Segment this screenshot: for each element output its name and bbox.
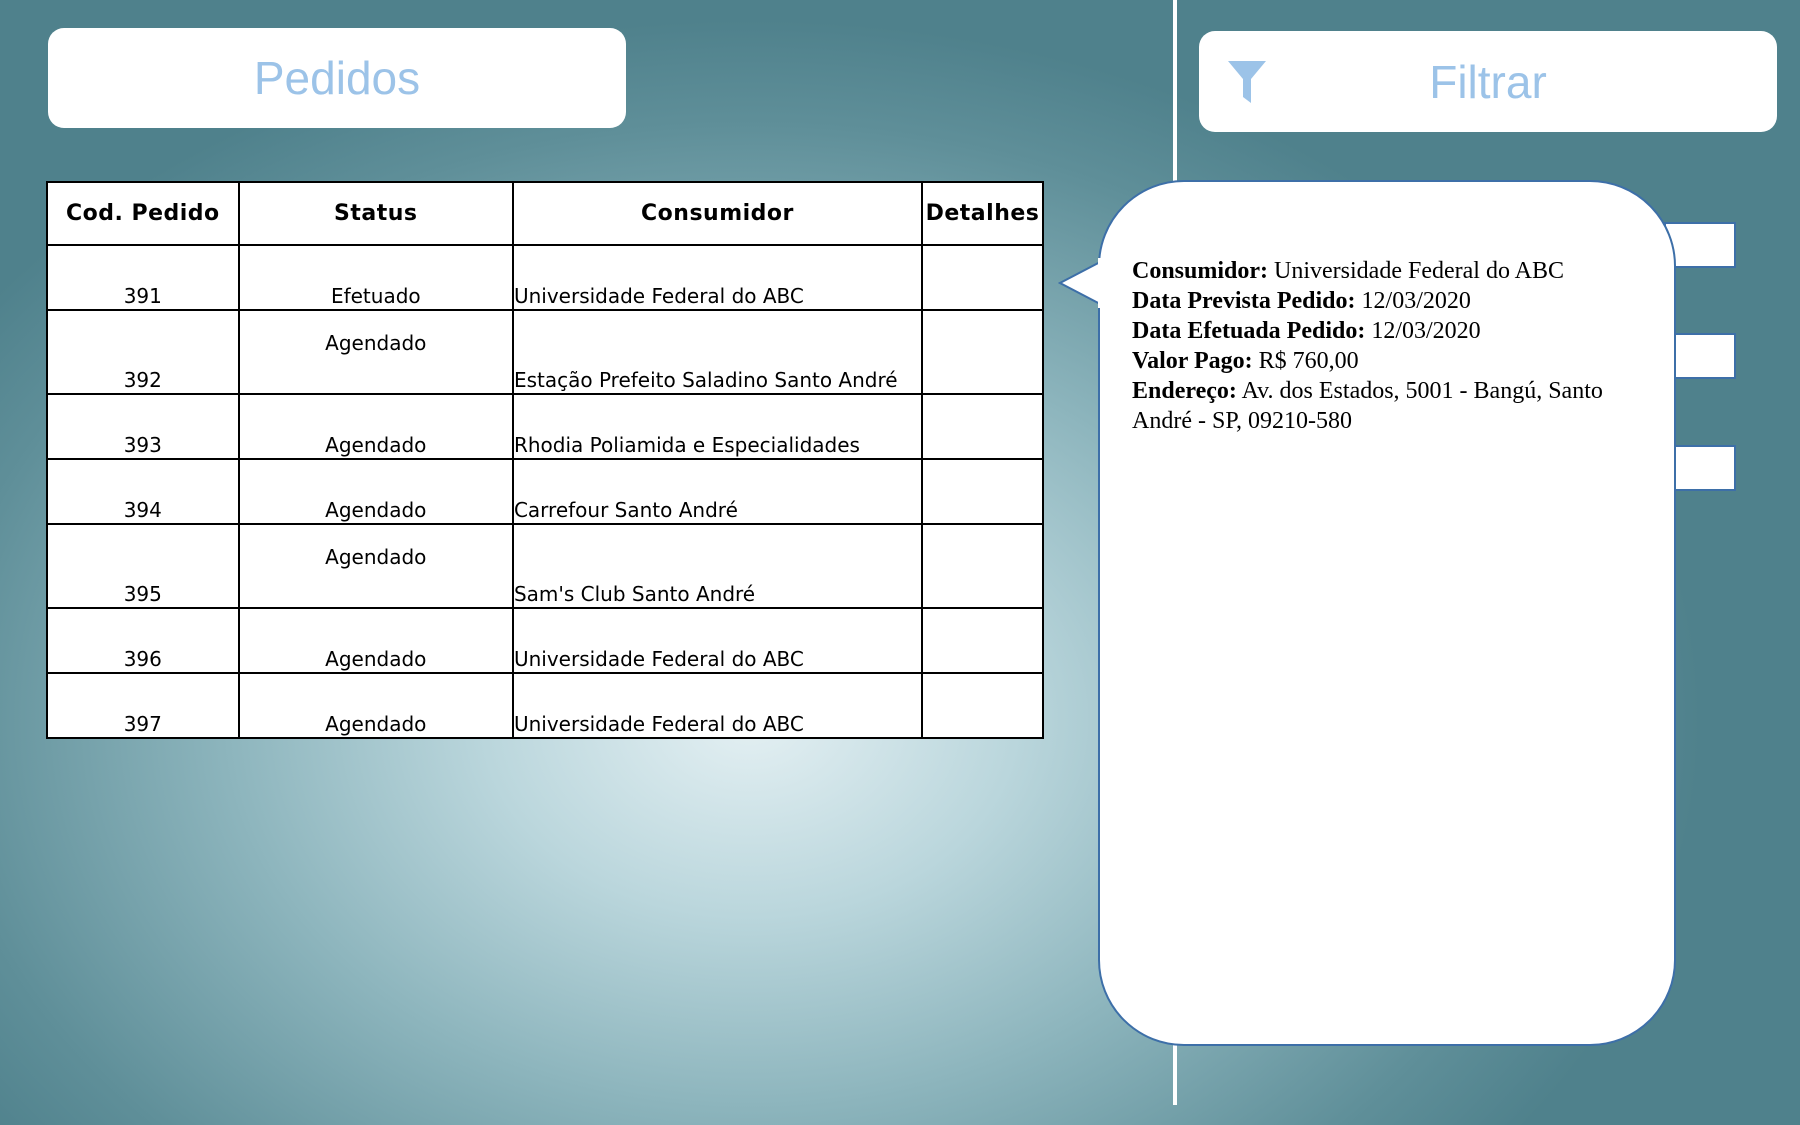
valor-pago-value: R$ 760,00 [1258,348,1359,374]
status-cell: Agendado [237,607,514,674]
cod-pedido-cell: 396 [46,607,240,674]
cod-pedido-cell: 395 [46,523,240,609]
orders-table: Cod. Pedido Status Consumidor Detalhes 3… [46,181,1045,739]
page-title: Pedidos [48,28,626,128]
consumidor-cell: Sam's Club Santo André [511,523,923,609]
table-row[interactable]: 396 Agendado Universidade Federal do ABC [46,607,1045,674]
consumidor-label: Consumidor: [1132,258,1269,284]
status-cell: Efetuado [237,244,514,311]
endereco-label: Endereço: [1132,378,1237,404]
status-cell: Agendado [237,458,514,525]
order-details-text: Consumidor: Universidade Federal do ABC … [1132,256,1652,436]
cod-pedido-cell: 397 [46,672,240,739]
cod-pedido-cell: 392 [46,309,240,395]
consumidor-cell: Estação Prefeito Saladino Santo André [511,309,923,395]
consumidor-cell: Universidade Federal do ABC [511,607,923,674]
page-title-text: Pedidos [253,52,421,104]
table-header-row: Cod. Pedido Status Consumidor Detalhes [46,181,1045,246]
detalhes-cell[interactable] [920,672,1045,739]
table-row[interactable]: 397 Agendado Universidade Federal do ABC [46,672,1045,739]
data-prevista-label: Data Prevista Pedido: [1132,288,1356,314]
column-header-consumidor[interactable]: Consumidor [511,181,923,246]
table-row[interactable]: 395 Agendado Sam's Club Santo André [46,523,1045,609]
tooltip-pointer-joint [1098,258,1102,308]
status-cell: Agendado [237,309,514,395]
consumidor-cell: Carrefour Santo André [511,458,923,525]
detalhes-cell[interactable] [920,393,1045,460]
status-cell: Agendado [237,393,514,460]
cod-pedido-cell: 391 [46,244,240,311]
consumidor-value: Universidade Federal do ABC [1274,258,1564,284]
filter-label: Filtrar [1429,56,1547,108]
table-row[interactable]: 392 Agendado Estação Prefeito Saladino S… [46,309,1045,395]
consumidor-cell: Universidade Federal do ABC [511,244,923,311]
order-details-tooltip: Consumidor: Universidade Federal do ABC … [1098,180,1676,1046]
detalhes-cell[interactable] [920,523,1045,609]
detalhes-cell[interactable] [920,309,1045,395]
data-efetuada-label: Data Efetuada Pedido: [1132,318,1366,344]
detalhes-cell[interactable] [920,458,1045,525]
status-cell: Agendado [237,672,514,739]
column-header-status[interactable]: Status [237,181,514,246]
table-row[interactable]: 393 Agendado Rhodia Poliamida e Especial… [46,393,1045,460]
column-header-cod-pedido[interactable]: Cod. Pedido [46,181,240,246]
cod-pedido-cell: 394 [46,458,240,525]
consumidor-cell: Universidade Federal do ABC [511,672,923,739]
valor-pago-label: Valor Pago: [1132,348,1253,374]
table-row[interactable]: 394 Agendado Carrefour Santo André [46,458,1045,525]
column-header-detalhes[interactable]: Detalhes [920,181,1045,246]
consumidor-cell: Rhodia Poliamida e Especialidades [511,393,923,460]
status-cell: Agendado [237,523,514,609]
detalhes-cell[interactable] [920,244,1045,311]
detalhes-cell[interactable] [920,607,1045,674]
data-efetuada-value: 12/03/2020 [1371,318,1481,344]
data-prevista-value: 12/03/2020 [1361,288,1471,314]
filter-button[interactable]: Filtrar [1199,31,1777,132]
table-row[interactable]: 391 Efetuado Universidade Federal do ABC [46,244,1045,311]
cod-pedido-cell: 393 [46,393,240,460]
